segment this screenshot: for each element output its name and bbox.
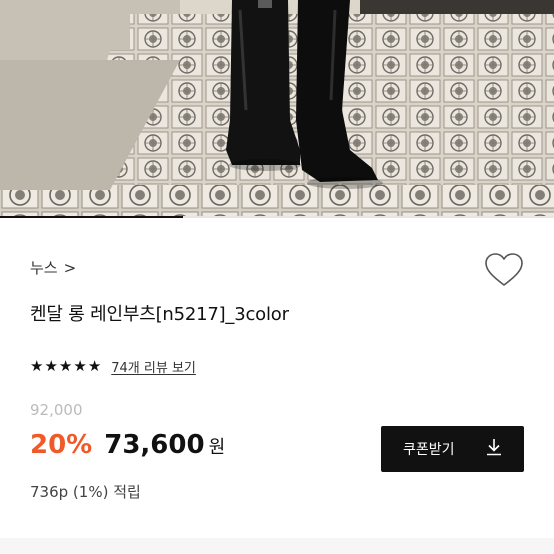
discount-rate: 20% [30,430,93,460]
chevron-right-icon: > [63,258,77,277]
original-price: 92,000 [30,401,83,419]
star-icon: ★ [58,357,73,375]
brand-link[interactable]: 누스 > [30,257,76,278]
star-rating: ★ ★ ★ ★ ★ [30,359,101,374]
product-title: 켄달 롱 레인부츠[n5217]_3color [30,304,289,325]
star-icon: ★ [30,357,44,375]
sale-price: 73,600 [104,430,205,460]
product-image[interactable] [0,0,554,218]
reward-points: 736p (1%) 적립 [30,483,141,501]
section-divider [0,538,554,554]
heart-icon[interactable] [484,252,524,288]
star-icon: ★ [73,357,87,375]
coupon-label: 쿠폰받기 [403,442,455,458]
rating: ★ ★ ★ ★ ★ 74개 리뷰 보기 [30,357,196,377]
currency-label: 원 [208,437,226,458]
brand-name: 누스 [30,259,58,277]
coupon-button[interactable]: 쿠폰받기 [381,426,524,472]
review-link[interactable]: 74개 리뷰 보기 [111,357,196,376]
download-icon [486,438,502,460]
price-row: 20% 73,600 원 [30,430,225,460]
gallery-progress [0,216,554,218]
product-photo [0,0,554,218]
star-icon: ★ [44,357,58,375]
star-icon: ★ [87,357,102,375]
gallery-progress-fill [0,216,183,218]
